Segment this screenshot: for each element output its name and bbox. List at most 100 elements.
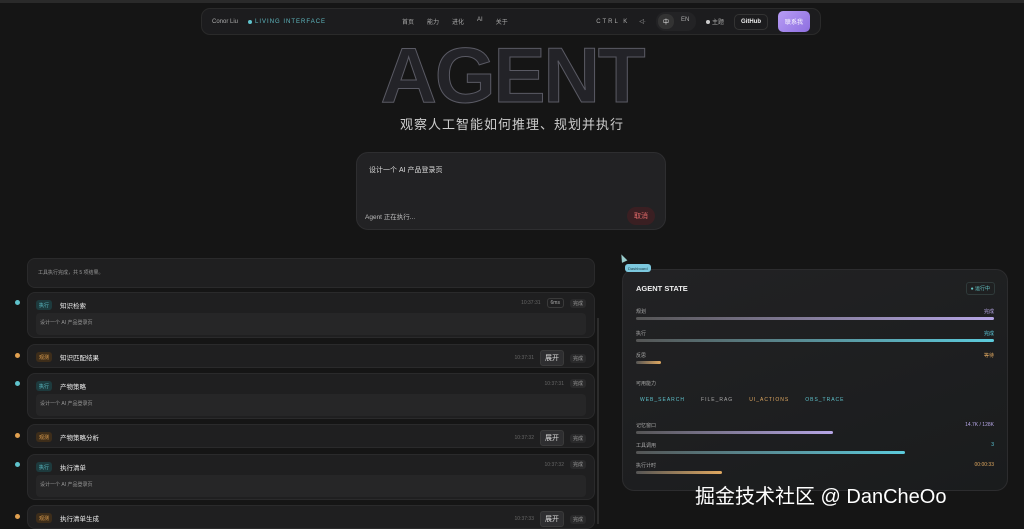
agent-state-panel: AGENT STATE ● 运行中 规划 完成 执行 完成 反思 等待 可用能力 WEB_… bbox=[622, 269, 1008, 491]
exec-badge: 执行 bbox=[36, 381, 53, 391]
timeline-card[interactable]: 执行 知识检索 10:37:31 6ms 完成 设计一个 AI 产品登录页 bbox=[27, 292, 595, 338]
watermark: 掘金技术社区 @ DanCheOo bbox=[695, 486, 947, 508]
card-title: 知识匹配结果 bbox=[60, 355, 100, 362]
nav-link-evolution[interactable]: 进化 bbox=[452, 17, 464, 26]
live-dot-icon bbox=[248, 19, 253, 24]
row-label: 反思 bbox=[636, 353, 647, 359]
state-row: 规划 完成 bbox=[636, 308, 994, 320]
theme-toggle[interactable]: 主题 bbox=[706, 17, 724, 26]
nav-link-about[interactable]: 关于 bbox=[496, 17, 508, 26]
row-value: 14.7K / 128K bbox=[965, 422, 994, 428]
card-title: 知识检索 bbox=[60, 303, 87, 310]
timeline-card[interactable]: 执行 执行清单 10:37:32 完成 设计一个 AI 产品登录页 bbox=[27, 454, 595, 500]
timeline-card[interactable]: 执行 产物策略 10:37:31 完成 设计一个 AI 产品登录页 bbox=[27, 373, 595, 419]
nav-right: CTRL K ◁· 中 EN 主题 GitHub 联系我 bbox=[596, 11, 810, 32]
running-label: 运行中 bbox=[974, 286, 990, 292]
running-badge: ● 运行中 bbox=[965, 282, 995, 295]
timeline-dot bbox=[15, 462, 20, 467]
exec-badge: 执行 bbox=[36, 462, 53, 472]
lang-en[interactable]: EN bbox=[676, 14, 694, 29]
cancel-button[interactable]: 取消 bbox=[627, 207, 655, 225]
timeline-card[interactable]: 观测 知识匹配结果 10:37:31 展开 完成 bbox=[27, 344, 595, 368]
lang-zh[interactable]: 中 bbox=[657, 14, 674, 29]
row-value: 3 bbox=[991, 442, 994, 448]
status-badge: 完成 bbox=[569, 433, 586, 443]
status-badge: 完成 bbox=[569, 353, 586, 363]
row-value: 完成 bbox=[983, 331, 994, 337]
progress-bar bbox=[636, 317, 994, 320]
card-time: 10:37:33 bbox=[514, 516, 534, 522]
card-time: 10:37:32 bbox=[514, 435, 534, 441]
state-row: 工具调用 3 bbox=[636, 442, 994, 454]
row-label: 工具调用 bbox=[636, 443, 657, 449]
nav-links: 首页 能力 进化 AI 关于 bbox=[402, 17, 508, 26]
observe-badge: 观测 bbox=[36, 432, 53, 442]
theme-label: 主题 bbox=[711, 20, 724, 26]
observe-badge: 观测 bbox=[36, 513, 53, 523]
observe-badge: 观测 bbox=[36, 352, 53, 362]
state-row: 执行计时 00:00:33 bbox=[636, 462, 994, 474]
panel-tag: Dashboard bbox=[625, 264, 651, 272]
card-title: 执行清单 bbox=[60, 465, 87, 472]
mouse-cursor-icon bbox=[618, 253, 628, 263]
command-shortcut[interactable]: CTRL K bbox=[596, 19, 629, 25]
sound-icon[interactable]: ◁· bbox=[639, 18, 646, 25]
row-value: 等待 bbox=[983, 353, 994, 359]
row-value: 00:00:33 bbox=[974, 462, 994, 468]
live-indicator: LIVING INTERFACE bbox=[248, 19, 326, 25]
card-body: 设计一个 AI 产品登录页 bbox=[36, 394, 586, 416]
row-value: 完成 bbox=[983, 309, 994, 315]
card-time: 10:37:31 bbox=[514, 355, 534, 361]
language-switch: 中 EN bbox=[655, 12, 697, 31]
theme-dot-icon bbox=[706, 20, 711, 24]
nav-link-home[interactable]: 首页 bbox=[402, 17, 414, 26]
card-title: 执行清单生成 bbox=[60, 516, 100, 523]
hero-subtitle: 观察人工智能如何推理、规划并执行 bbox=[399, 117, 624, 132]
progress-bar bbox=[636, 361, 662, 364]
agent-status: Agent 正在执行... bbox=[365, 214, 416, 221]
card-body: 设计一个 AI 产品登录页 bbox=[36, 475, 586, 497]
expand-button[interactable]: 展开 bbox=[539, 350, 564, 366]
timeline-card[interactable]: 观测 产物策略分析 10:37:32 展开 完成 bbox=[27, 424, 595, 448]
status-badge: 完成 bbox=[569, 379, 586, 388]
window-top-edge bbox=[0, 0, 1024, 3]
prompt-input[interactable]: 设计一个 AI 产品登录页 bbox=[369, 165, 443, 175]
expand-button[interactable]: 展开 bbox=[539, 430, 564, 446]
progress-bar bbox=[636, 431, 833, 434]
timeline-card[interactable]: 观测 执行清单生成 10:37:33 展开 完成 bbox=[27, 505, 595, 529]
github-button[interactable]: GitHub bbox=[733, 13, 768, 30]
row-label: 执行 bbox=[636, 331, 647, 337]
duration-chip: 6ms bbox=[546, 298, 564, 308]
state-row: 记忆窗口 14.7K / 128K bbox=[636, 422, 994, 434]
capability-chip: FILE_RAG bbox=[701, 397, 734, 403]
top-nav: Conor Liu LIVING INTERFACE 首页 能力 进化 AI 关… bbox=[201, 8, 821, 35]
exec-badge: 执行 bbox=[36, 300, 53, 310]
live-label: LIVING INTERFACE bbox=[255, 18, 327, 25]
panel-title: AGENT STATE bbox=[636, 284, 688, 293]
capabilities-label: 可用能力 bbox=[636, 381, 657, 387]
status-badge: 完成 bbox=[569, 298, 586, 308]
card-title: 产物策略分析 bbox=[60, 435, 100, 442]
card-title: 产物策略 bbox=[60, 384, 87, 391]
capability-chip: WEB_SEARCH bbox=[640, 397, 686, 403]
brand-name[interactable]: Conor Liu bbox=[212, 19, 238, 25]
status-badge: 完成 bbox=[569, 514, 586, 524]
row-label: 记忆窗口 bbox=[636, 423, 657, 429]
capabilities-list: WEB_SEARCH FILE_RAG UI_ACTIONS OBS_TRACE bbox=[640, 397, 845, 403]
nav-link-capabilities[interactable]: 能力 bbox=[427, 17, 439, 26]
timeline-scrollbar[interactable] bbox=[597, 318, 599, 524]
progress-bar bbox=[636, 339, 994, 342]
nav-link-ai[interactable]: AI bbox=[477, 17, 483, 26]
contact-button[interactable]: 联系我 bbox=[777, 11, 810, 32]
timeline-dot bbox=[15, 353, 20, 358]
card-time: 10:37:31 bbox=[544, 380, 564, 387]
timeline-dot bbox=[15, 381, 20, 386]
row-label: 规划 bbox=[636, 309, 647, 315]
state-row: 执行 完成 bbox=[636, 330, 994, 342]
hero-title: AGENT bbox=[380, 31, 646, 120]
capability-chip: OBS_TRACE bbox=[805, 397, 845, 403]
progress-bar bbox=[636, 471, 722, 474]
timeline-dot bbox=[15, 514, 20, 519]
expand-button[interactable]: 展开 bbox=[539, 511, 564, 527]
prompt-box[interactable]: 设计一个 AI 产品登录页 Agent 正在执行... 取消 bbox=[356, 152, 666, 230]
